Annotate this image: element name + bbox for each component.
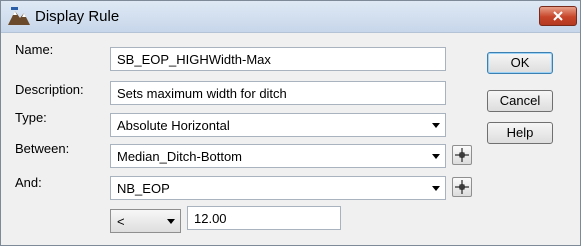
and-select[interactable]: NB_EOP [110, 176, 446, 200]
crosshair-icon [455, 148, 469, 162]
between-pick-button[interactable] [452, 145, 472, 165]
and-pick-button[interactable] [452, 177, 472, 197]
name-input[interactable]: SB_EOP_HIGHWidth-Max [110, 47, 446, 71]
limit-value-input[interactable]: 12.00 [187, 206, 341, 230]
name-label: Name: [15, 42, 54, 57]
between-selected-value: Median_Ditch-Bottom [117, 149, 242, 164]
cancel-button[interactable]: Cancel [487, 90, 553, 112]
close-icon [553, 11, 563, 21]
display-rule-app-icon [8, 7, 30, 25]
operator-selected-value: < [117, 214, 125, 229]
close-button[interactable] [539, 6, 577, 26]
display-rule-dialog: Display Rule Name: SB_EOP_HIGHWidth-Max … [0, 0, 581, 246]
and-selected-value: NB_EOP [117, 181, 170, 196]
and-label: And: [15, 175, 42, 190]
chevron-down-icon [167, 219, 175, 224]
chevron-down-icon [432, 186, 440, 191]
help-button[interactable]: Help [487, 122, 553, 144]
chevron-down-icon [432, 154, 440, 159]
description-label: Description: [15, 82, 84, 97]
operator-select[interactable]: < [110, 209, 181, 233]
between-select[interactable]: Median_Ditch-Bottom [110, 144, 446, 168]
dialog-body: Name: SB_EOP_HIGHWidth-Max Description: … [10, 33, 572, 238]
crosshair-icon [455, 180, 469, 194]
type-label: Type: [15, 110, 47, 125]
description-input[interactable]: Sets maximum width for ditch [110, 81, 446, 105]
ok-button[interactable]: OK [487, 52, 553, 74]
title-bar[interactable]: Display Rule [1, 1, 580, 33]
type-selected-value: Absolute Horizontal [117, 118, 230, 133]
chevron-down-icon [432, 123, 440, 128]
window-title: Display Rule [35, 8, 120, 25]
between-label: Between: [15, 141, 70, 156]
type-select[interactable]: Absolute Horizontal [110, 113, 446, 137]
